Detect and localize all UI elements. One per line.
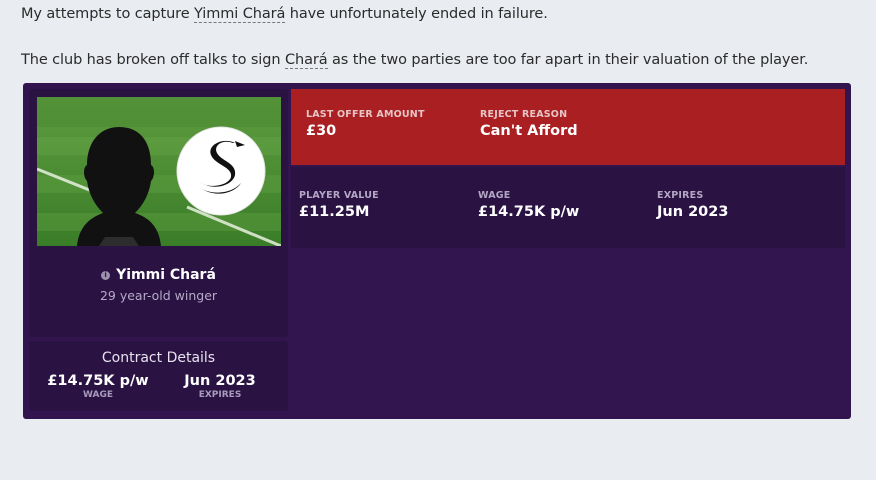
- reject-reason-value: Can't Afford: [480, 123, 578, 139]
- message-text: The club has broken off talks to sign: [21, 52, 285, 68]
- player-value: PLAYER VALUE £11.25M: [299, 190, 379, 220]
- player-expires-value: Jun 2023: [657, 204, 729, 220]
- last-offer-label: LAST OFFER AMOUNT: [306, 109, 425, 120]
- message-text: as the two parties are too far apart in …: [327, 52, 809, 68]
- message-text: have unfortunately ended in failure.: [285, 6, 548, 22]
- player-stats-panel: PLAYER VALUE £11.25M WAGE £14.75K p/w EX…: [291, 167, 845, 248]
- player-wage: WAGE £14.75K p/w: [478, 190, 579, 220]
- last-offer-value: £30: [306, 123, 337, 139]
- player-expires-label: EXPIRES: [657, 190, 704, 201]
- contract-wage: £14.75K p/w WAGE: [33, 373, 163, 400]
- player-photo[interactable]: [37, 97, 281, 246]
- contract-wage-value: £14.75K p/w: [47, 373, 149, 389]
- swansea-city-badge: [176, 126, 266, 216]
- contract-expires-value: Jun 2023: [184, 373, 256, 389]
- player-wage-amount: £14.75K p/w: [478, 204, 580, 220]
- reject-reason-label: REJECT REASON: [480, 109, 568, 120]
- contract-wage-label: WAGE: [82, 390, 114, 400]
- player-link[interactable]: Chará: [284, 52, 328, 69]
- contract-expires: Jun 2023 EXPIRES: [155, 373, 285, 400]
- player-expires: EXPIRES Jun 2023: [657, 190, 728, 220]
- info-icon[interactable]: i: [101, 271, 111, 280]
- contract-expires-label: EXPIRES: [198, 390, 242, 400]
- contract-details-panel: Contract Details £14.75K p/w WAGE Jun 20…: [29, 341, 288, 411]
- player-wage-label: WAGE: [478, 190, 511, 201]
- transfer-result-card: i Yimmi Chará 29 year-old winger Contract…: [23, 83, 851, 419]
- message-text: My attempts to capture: [21, 6, 195, 22]
- player-value-amount: £11.25M: [299, 204, 370, 220]
- player-link[interactable]: Yimmi Chará: [194, 6, 285, 23]
- talks-message: The club has broken off talks to sign Ch…: [21, 52, 809, 69]
- reject-reason: REJECT REASON Can't Afford: [480, 109, 578, 139]
- player-panel: i Yimmi Chará 29 year-old winger: [29, 89, 288, 337]
- player-name[interactable]: i Yimmi Chará: [29, 267, 288, 283]
- player-value-label: PLAYER VALUE: [299, 190, 379, 201]
- player-name-text: Yimmi Chará: [116, 267, 216, 283]
- failure-message: My attempts to capture Yimmi Chará have …: [21, 6, 548, 23]
- last-offer-amount: LAST OFFER AMOUNT £30: [306, 109, 425, 139]
- player-description: 29 year-old winger: [99, 288, 218, 303]
- rejection-panel: LAST OFFER AMOUNT £30 REJECT REASON Can'…: [291, 89, 845, 165]
- contract-details-title: Contract Details: [101, 350, 216, 366]
